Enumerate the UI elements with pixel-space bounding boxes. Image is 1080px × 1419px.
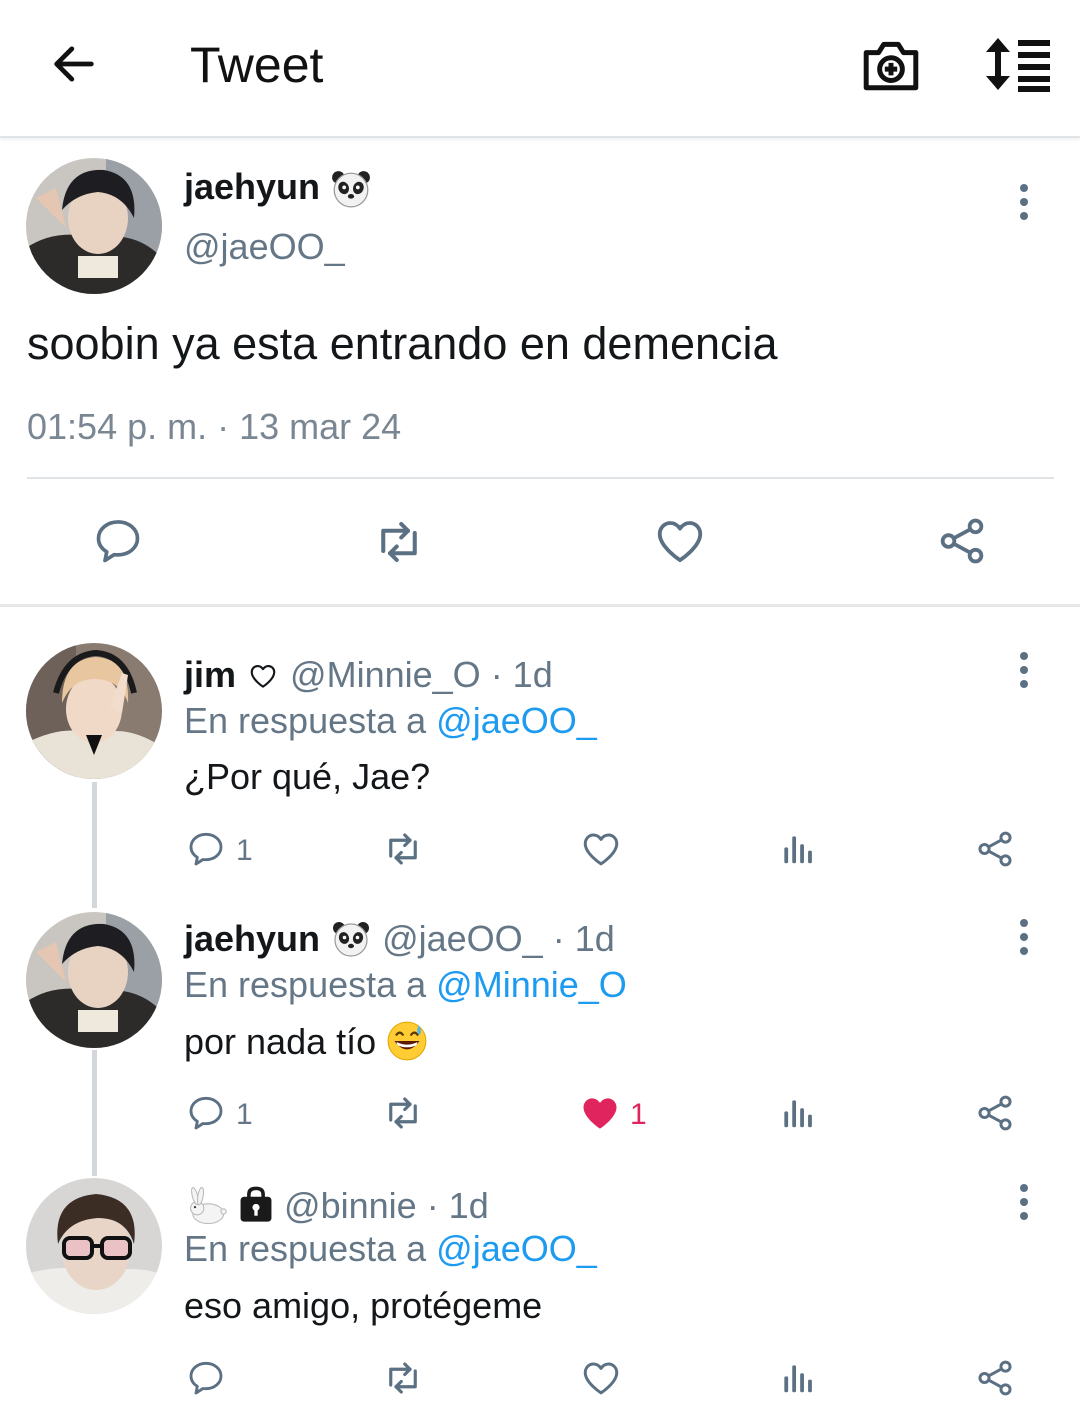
reply-icon[interactable] (186, 829, 226, 869)
analytics-icon[interactable] (778, 1093, 816, 1133)
reply-header: jaehyun @jaeOO_ · 1d (184, 918, 615, 960)
reply-mention-link[interactable]: @jaeOO_ (436, 700, 597, 741)
reply-author-name[interactable]: jim (184, 654, 236, 695)
reply-text: por nada tío (184, 1021, 377, 1062)
share-icon[interactable] (935, 514, 989, 568)
liked-heart-icon[interactable] (578, 1091, 622, 1135)
divider (27, 477, 1054, 479)
reply-age: · 1d (490, 654, 553, 695)
tweet-text: soobin ya esta entrando en demencia (27, 318, 778, 369)
back-arrow-icon[interactable] (48, 38, 100, 90)
camera-add-icon[interactable] (860, 36, 922, 94)
retweet-icon[interactable] (380, 1092, 426, 1134)
section-divider (0, 604, 1080, 607)
reply-age: · 1d (552, 918, 615, 959)
reply-more-options-icon[interactable] (1014, 1182, 1034, 1222)
reply-text-row: por nada tío (184, 1020, 428, 1063)
like-icon[interactable] (580, 828, 622, 870)
share-icon[interactable] (974, 828, 1016, 870)
reply-icon[interactable] (186, 1358, 226, 1398)
rabbit-emoji-icon[interactable] (184, 1184, 228, 1228)
reply-avatar[interactable] (26, 643, 162, 779)
replying-to: En respuesta a @jaeOO_ (184, 1228, 597, 1270)
retweet-icon[interactable] (380, 1357, 426, 1399)
author-name[interactable]: jaehyun (184, 166, 372, 210)
author-avatar[interactable] (26, 158, 162, 294)
tweet-more-options-icon[interactable] (1014, 182, 1034, 222)
reply-prefix: En respuesta a (184, 700, 427, 741)
reply-icon[interactable] (92, 515, 144, 567)
reply-icon[interactable] (186, 1093, 226, 1133)
top-app-bar: Tweet (0, 0, 1080, 138)
sort-list-icon[interactable] (982, 36, 1054, 92)
author-display-name: jaehyun (184, 166, 321, 207)
reply-text: eso amigo, protégeme (184, 1285, 543, 1326)
panda-emoji-icon (330, 919, 372, 959)
replying-to: En respuesta a @jaeOO_ (184, 700, 597, 742)
reply-mention-link[interactable]: @Minnie_O (436, 964, 627, 1005)
like-icon[interactable] (580, 1357, 622, 1399)
grinning-sweat-emoji-icon (387, 1021, 427, 1061)
reply-header: jim @Minnie_O · 1d (184, 654, 553, 696)
reply-avatar[interactable] (26, 1178, 162, 1314)
share-icon[interactable] (974, 1092, 1016, 1134)
tweet-timestamp: 01:54 p. m. · 13 mar 24 (27, 406, 402, 447)
reply-avatar[interactable] (26, 912, 162, 1048)
analytics-icon[interactable] (778, 1358, 816, 1398)
reply-author-handle[interactable]: @binnie (284, 1185, 417, 1226)
replying-to: En respuesta a @Minnie_O (184, 964, 627, 1006)
like-icon[interactable] (653, 514, 707, 568)
panda-emoji-icon (330, 168, 372, 210)
reply-count: 1 (236, 1098, 253, 1131)
reply-author-name[interactable]: jaehyun (184, 918, 320, 959)
like-count: 1 (630, 1098, 647, 1131)
thread-connector (92, 1050, 97, 1176)
white-heart-emoji-icon (246, 661, 280, 691)
thread-connector (92, 782, 97, 908)
analytics-icon[interactable] (778, 829, 816, 869)
reply-header: @binnie · 1d (184, 1184, 489, 1228)
retweet-icon[interactable] (370, 515, 428, 569)
reply-prefix: En respuesta a (184, 964, 427, 1005)
reply-age: · 1d (426, 1185, 489, 1226)
author-handle[interactable]: @jaeOO_ (184, 226, 345, 268)
reply-author-handle[interactable]: @jaeOO_ (382, 918, 543, 959)
share-icon[interactable] (974, 1357, 1016, 1399)
reply-more-options-icon[interactable] (1014, 650, 1034, 690)
reply-author-handle[interactable]: @Minnie_O (290, 654, 481, 695)
page-title: Tweet (190, 37, 324, 93)
reply-mention-link[interactable]: @jaeOO_ (436, 1228, 597, 1269)
retweet-icon[interactable] (380, 828, 426, 870)
reply-prefix: En respuesta a (184, 1228, 427, 1269)
lock-emoji-icon (240, 1186, 272, 1222)
reply-count: 1 (236, 834, 253, 867)
reply-more-options-icon[interactable] (1014, 917, 1034, 957)
reply-text: ¿Por qué, Jae? (184, 756, 431, 797)
